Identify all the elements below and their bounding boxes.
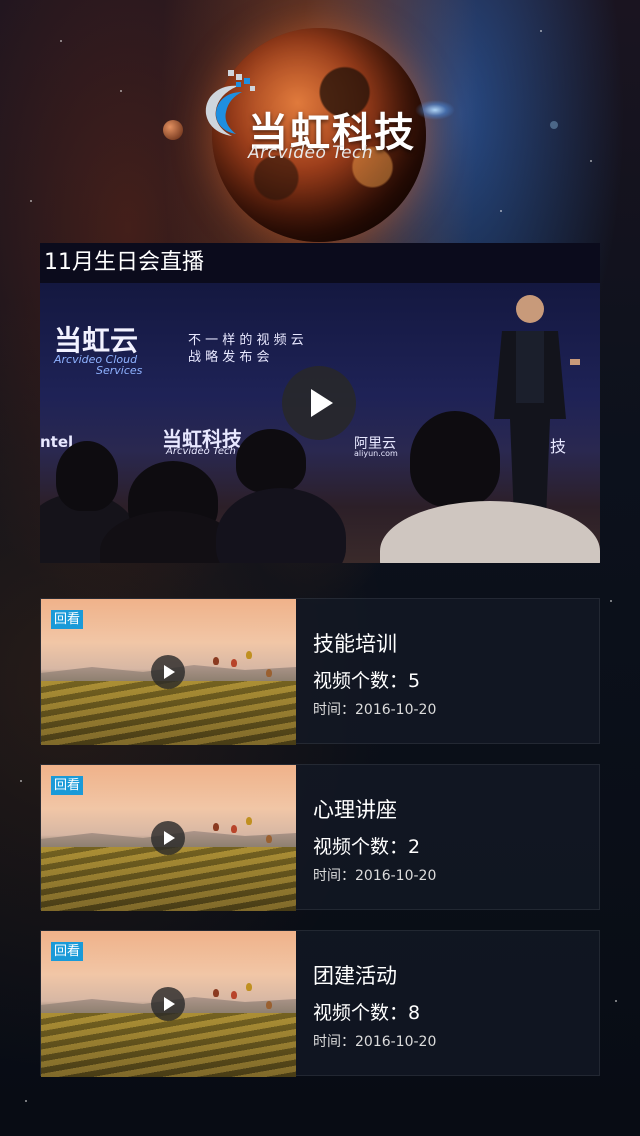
- replay-badge: 回看: [51, 776, 84, 795]
- video-thumbnail[interactable]: 回看: [41, 599, 296, 745]
- live-stream-card[interactable]: 11月生日会直播 当虹云 Arcvideo Cloud Services 不 一…: [40, 243, 600, 563]
- video-thumbnail[interactable]: 回看: [41, 931, 296, 1077]
- live-title: 11月生日会直播: [40, 243, 600, 283]
- stage-sponsor-arcvideo-en: Arcvideo Tech: [166, 446, 236, 457]
- list-item[interactable]: 回看 心理讲座 视频个数：2 时间：2016-10-20: [40, 764, 600, 911]
- small-planet-graphic: [163, 120, 183, 140]
- list-item[interactable]: 回看 技能培训 视频个数：5 时间：2016-10-20: [40, 598, 600, 745]
- item-title: 团建活动: [313, 964, 397, 988]
- stage-brand-en-2: Services: [96, 364, 143, 377]
- item-time: 时间：2016-10-20: [313, 868, 437, 884]
- item-title: 心理讲座: [313, 798, 397, 822]
- replay-badge: 回看: [51, 942, 84, 961]
- replay-badge: 回看: [51, 610, 84, 629]
- stage-slogan-2: 战 略 发 布 会: [188, 350, 270, 365]
- item-count: 视频个数：2: [313, 836, 421, 858]
- play-icon[interactable]: [151, 987, 185, 1021]
- item-count: 视频个数：8: [313, 1002, 421, 1024]
- item-count: 视频个数：5: [313, 670, 421, 692]
- stage-sponsor-aliyun-en: aliyun.com: [354, 449, 398, 458]
- item-time: 时间：2016-10-20: [313, 702, 437, 718]
- live-video-player[interactable]: 当虹云 Arcvideo Cloud Services 不 一 样 的 视 频 …: [40, 283, 600, 563]
- star-glow: [415, 100, 455, 120]
- play-button[interactable]: [282, 366, 356, 440]
- item-title: 技能培训: [313, 632, 397, 656]
- logo-text-en: Arcvideo Tech: [248, 143, 374, 163]
- video-thumbnail[interactable]: 回看: [41, 765, 296, 911]
- play-icon[interactable]: [151, 655, 185, 689]
- list-item[interactable]: 回看 团建活动 视频个数：8 时间：2016-10-20: [40, 930, 600, 1077]
- play-icon[interactable]: [151, 821, 185, 855]
- app-header: 当虹科技 Arcvideo Tech: [0, 0, 640, 242]
- item-time: 时间：2016-10-20: [313, 1034, 437, 1050]
